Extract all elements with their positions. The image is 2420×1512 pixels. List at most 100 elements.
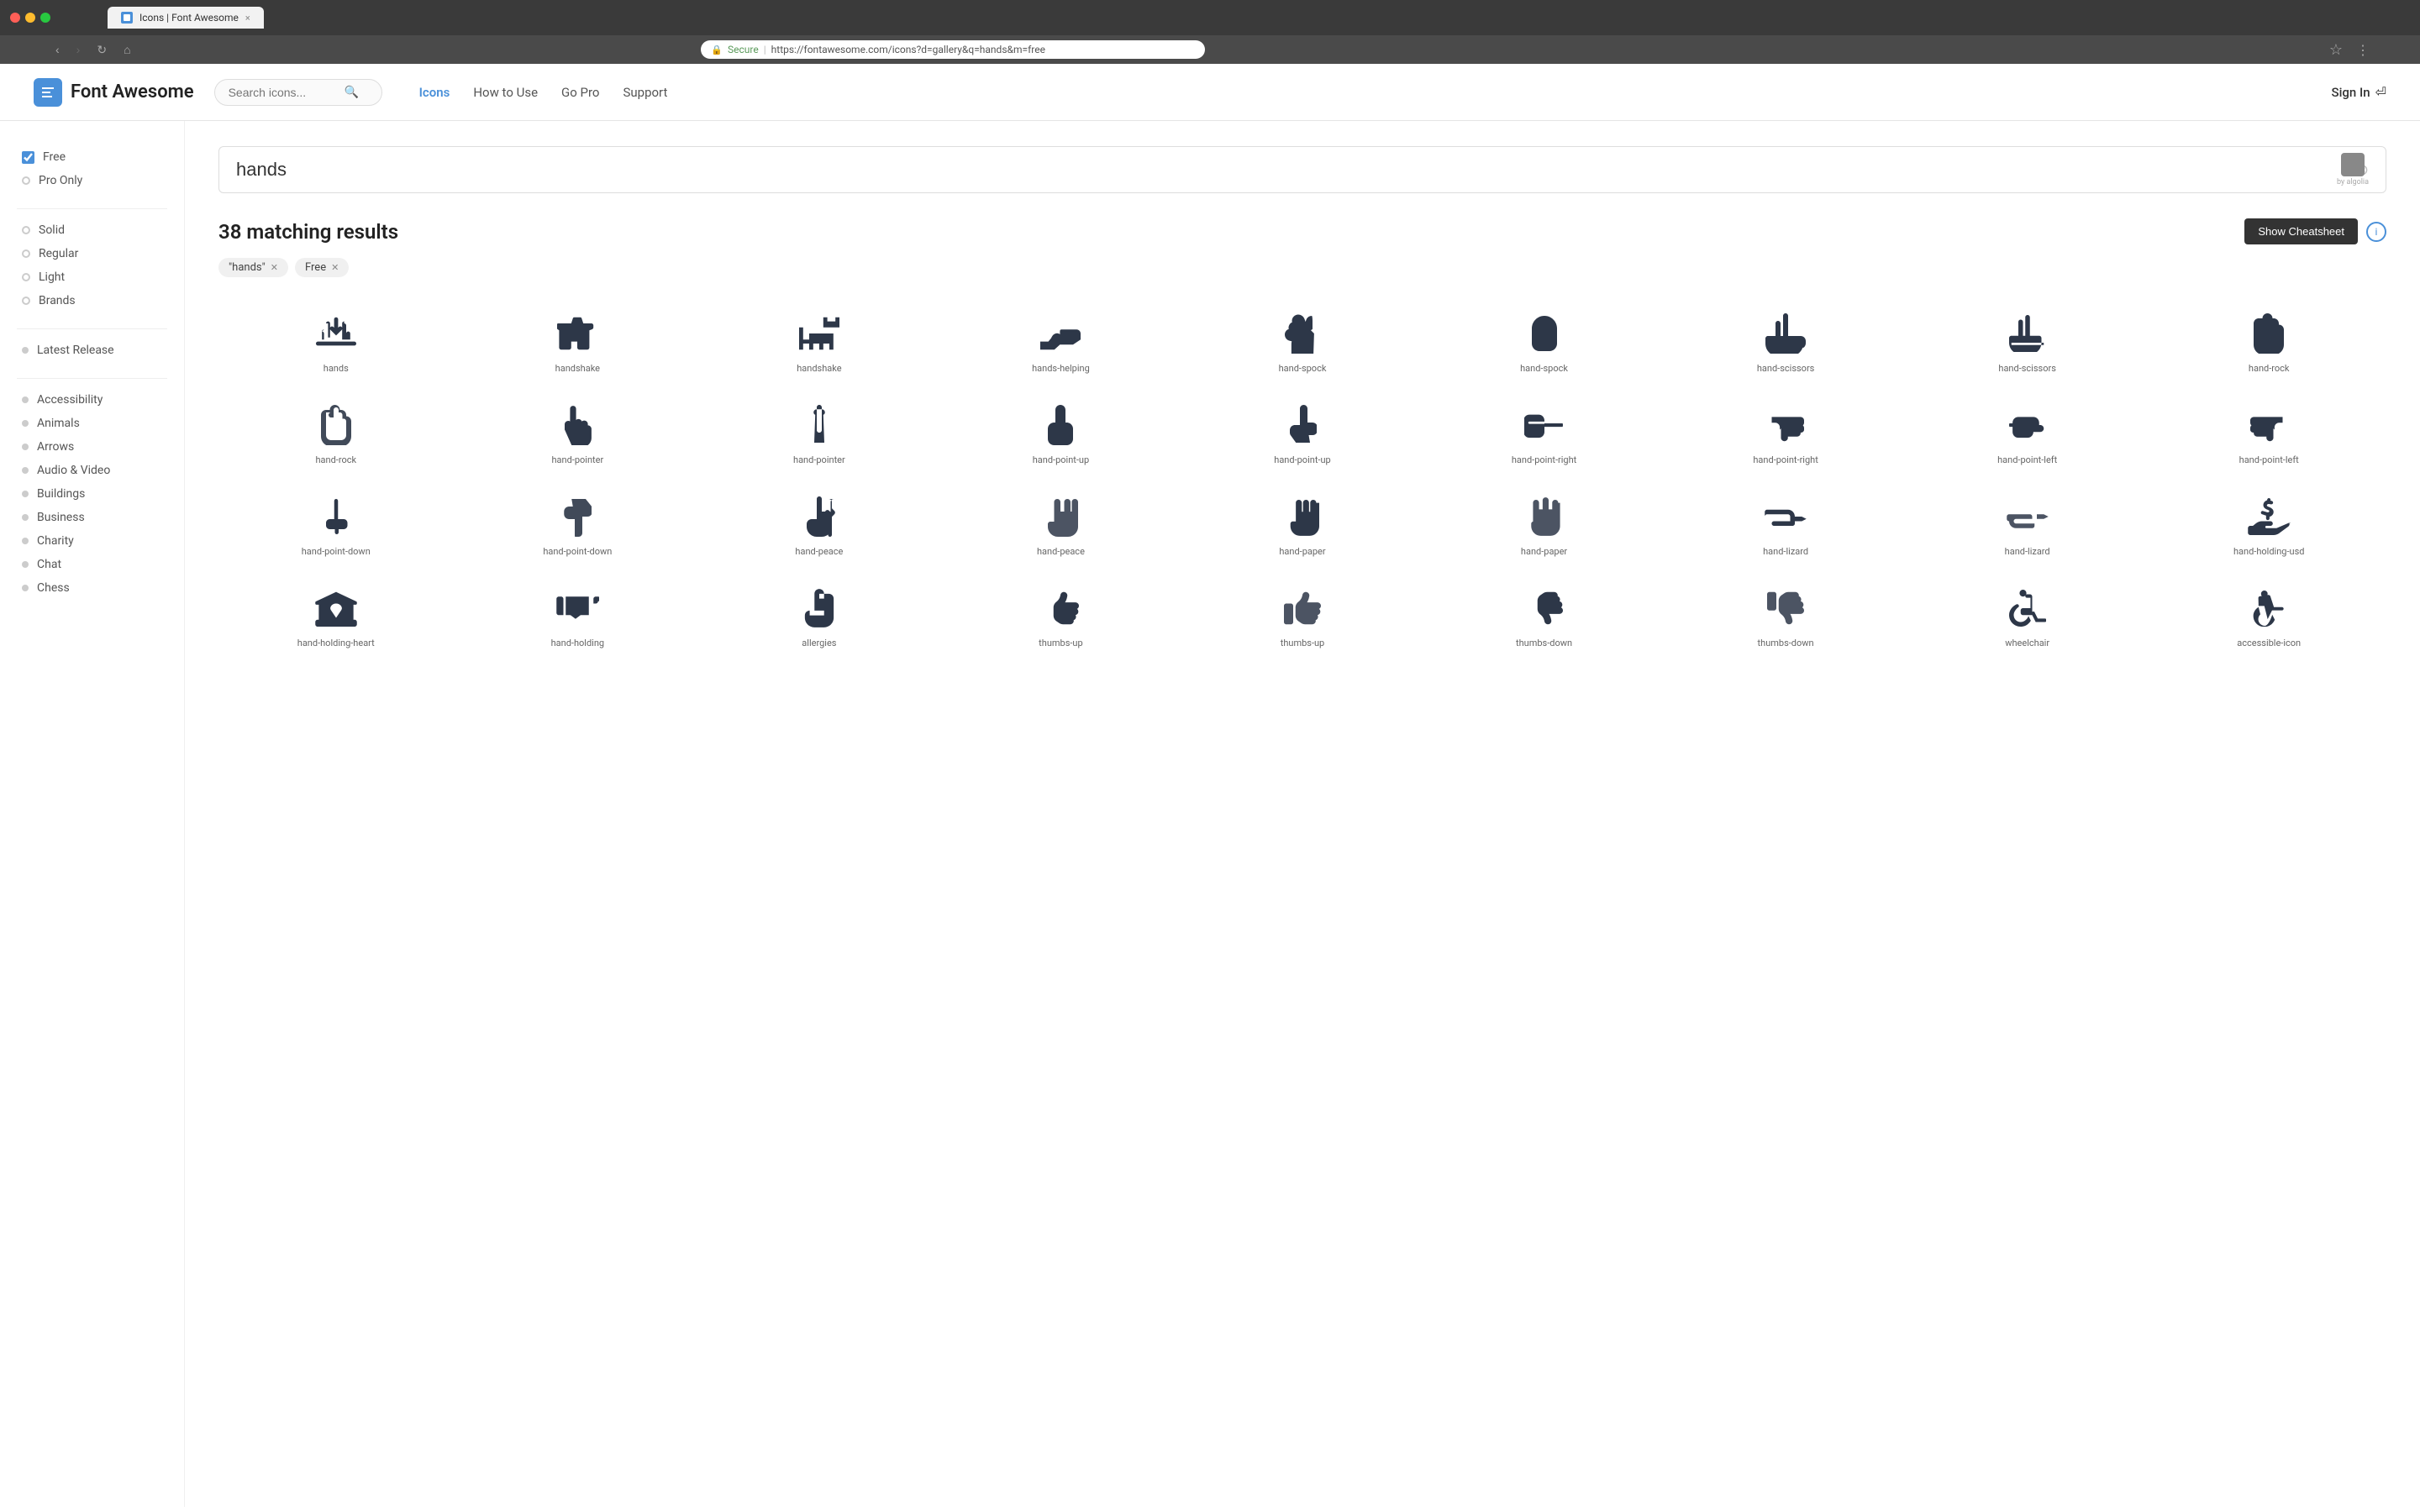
icon-cell-hand-spock-1[interactable]: hand-spock: [1185, 297, 1420, 382]
icon-cell-hand-pointer-1[interactable]: hand-pointer: [460, 389, 696, 474]
url-bar[interactable]: 🔒 Secure | https://fontawesome.com/icons…: [701, 40, 1205, 59]
icon-glyph-accessible-icon: [2251, 585, 2286, 631]
icon-cell-hand-point-right-2[interactable]: hand-point-right: [1668, 389, 1903, 474]
icon-cell-hands[interactable]: hands: [218, 297, 454, 382]
sidebar-item-chat[interactable]: Chat: [17, 554, 167, 575]
icon-cell-hand-spock-2[interactable]: hand-spock: [1427, 297, 1662, 382]
home-button[interactable]: ⌂: [118, 41, 135, 58]
regular-radio[interactable]: [22, 249, 30, 258]
icon-cell-hand-scissors-1[interactable]: hand-scissors: [1668, 297, 1903, 382]
solid-radio[interactable]: [22, 226, 30, 234]
icon-cell-hand-paper-1[interactable]: hand-paper: [1185, 480, 1420, 565]
menu-button[interactable]: ⋮: [2356, 42, 2370, 58]
bookmark-button[interactable]: ☆: [2329, 41, 2343, 59]
icon-cell-hand-point-down-2[interactable]: hand-point-down: [460, 480, 696, 565]
icon-glyph-hand-lizard-1: [1764, 494, 1807, 539]
sidebar-item-business[interactable]: Business: [17, 507, 167, 528]
icon-cell-wheelchair[interactable]: wheelchair: [1910, 572, 2145, 657]
sidebar-item-regular[interactable]: Regular: [17, 243, 167, 265]
icon-name-allergies: allergies: [802, 638, 836, 648]
icon-cell-hand-holding-heart[interactable]: hand-holding-heart: [218, 572, 454, 657]
sidebar-item-pro-only[interactable]: Pro Only: [17, 170, 167, 192]
nav-support[interactable]: Support: [623, 85, 667, 100]
logo-icon: [34, 78, 62, 107]
pro-only-radio[interactable]: [22, 176, 30, 185]
filter-tag-free[interactable]: Free ✕: [295, 258, 349, 277]
icon-cell-hand-rock-2[interactable]: hand-rock: [218, 389, 454, 474]
icon-cell-hand-scissors-2[interactable]: hand-scissors: [1910, 297, 2145, 382]
sidebar-label-solid: Solid: [39, 223, 65, 237]
sidebar-item-light[interactable]: Light: [17, 266, 167, 288]
main-search-box[interactable]: ⊗ by algolia: [218, 146, 2386, 193]
icon-cell-allergies[interactable]: allergies: [702, 572, 937, 657]
icon-cell-accessible-icon[interactable]: accessible-icon: [2151, 572, 2386, 657]
icon-glyph-hand-point-down-1: [322, 494, 350, 539]
signin-button[interactable]: Sign In ⏎: [2332, 84, 2387, 100]
sidebar-item-arrows[interactable]: Arrows: [17, 436, 167, 458]
icon-glyph-hand-point-up-1: [1046, 402, 1075, 448]
icon-name-hand-holding: hand-holding: [551, 638, 605, 648]
address-bar: ‹ › ↻ ⌂ 🔒 Secure | https://fontawesome.c…: [0, 35, 2420, 64]
icon-cell-thumbs-down-1[interactable]: thumbs-down: [1427, 572, 1662, 657]
sidebar-item-free[interactable]: Free: [17, 146, 167, 168]
filter-tag-hands-remove[interactable]: ✕: [271, 262, 278, 273]
sidebar-item-chess[interactable]: Chess: [17, 577, 167, 599]
icon-cell-hand-point-up-2[interactable]: hand-point-up: [1185, 389, 1420, 474]
icon-cell-hand-holding[interactable]: hand-holding: [460, 572, 696, 657]
show-cheatsheet-button[interactable]: Show Cheatsheet: [2244, 218, 2358, 244]
icon-cell-handshake-2[interactable]: handshake: [702, 297, 937, 382]
icon-cell-hand-paper-2[interactable]: hand-paper: [1427, 480, 1662, 565]
main-search-input[interactable]: [236, 159, 2356, 181]
brands-radio[interactable]: [22, 297, 30, 305]
logo[interactable]: Font Awesome: [34, 78, 194, 107]
sidebar-item-audio-video[interactable]: Audio & Video: [17, 459, 167, 481]
icon-cell-hand-peace-1[interactable]: hand-peace: [702, 480, 937, 565]
icon-glyph-handshake-2: [799, 311, 839, 356]
close-button[interactable]: [10, 13, 20, 23]
latest-release-dot: [22, 347, 29, 354]
icon-cell-hand-point-up-1[interactable]: hand-point-up: [944, 389, 1179, 474]
header-search-input[interactable]: [229, 86, 338, 99]
icon-cell-hand-lizard-2[interactable]: hand-lizard: [1910, 480, 2145, 565]
minimize-button[interactable]: [25, 13, 35, 23]
icon-cell-hand-point-down-1[interactable]: hand-point-down: [218, 480, 454, 565]
filter-tag-free-remove[interactable]: ✕: [331, 262, 339, 273]
icon-cell-thumbs-down-2[interactable]: thumbs-down: [1668, 572, 1903, 657]
back-button[interactable]: ‹: [50, 41, 65, 58]
sidebar-item-latest-release[interactable]: Latest Release: [17, 339, 167, 361]
filter-tag-hands[interactable]: "hands" ✕: [218, 258, 288, 277]
icon-cell-hands-helping[interactable]: hands-helping: [944, 297, 1179, 382]
icon-cell-thumbs-up-1[interactable]: thumbs-up: [944, 572, 1179, 657]
sidebar-item-solid[interactable]: Solid: [17, 219, 167, 241]
info-button[interactable]: i: [2366, 222, 2386, 242]
tab-close-button[interactable]: ×: [245, 13, 250, 24]
nav-icons[interactable]: Icons: [419, 85, 450, 100]
nav-how-to-use[interactable]: How to Use: [473, 85, 538, 100]
forward-button[interactable]: ›: [71, 41, 86, 58]
icon-cell-hand-point-left-1[interactable]: hand-point-left: [1910, 389, 2145, 474]
icon-name-hands-helping: hands-helping: [1032, 363, 1090, 374]
reload-button[interactable]: ↻: [92, 41, 112, 59]
sidebar-item-buildings[interactable]: Buildings: [17, 483, 167, 505]
maximize-button[interactable]: [40, 13, 50, 23]
nav-go-pro[interactable]: Go Pro: [561, 85, 599, 100]
icon-glyph-hand-point-right-2: [1765, 402, 1806, 448]
sidebar-item-accessibility[interactable]: Accessibility: [17, 389, 167, 411]
icon-cell-hand-pointer-2[interactable]: hand-pointer: [702, 389, 937, 474]
icon-cell-hand-rock-1[interactable]: hand-rock: [2151, 297, 2386, 382]
icon-cell-hand-point-right-1[interactable]: hand-point-right: [1427, 389, 1662, 474]
icon-cell-hand-holding-usd[interactable]: hand-holding-usd: [2151, 480, 2386, 565]
sidebar-item-animals[interactable]: Animals: [17, 412, 167, 434]
light-radio[interactable]: [22, 273, 30, 281]
browser-tab[interactable]: Icons | Font Awesome ×: [108, 7, 264, 29]
main-content: ⊗ by algolia 38 matching results Show Ch…: [185, 121, 2420, 1507]
icon-cell-hand-lizard-1[interactable]: hand-lizard: [1668, 480, 1903, 565]
icon-cell-hand-point-left-2[interactable]: hand-point-left: [2151, 389, 2386, 474]
sidebar-item-charity[interactable]: Charity: [17, 530, 167, 552]
free-checkbox[interactable]: [22, 151, 34, 164]
header-search[interactable]: 🔍: [214, 79, 382, 106]
sidebar-item-brands[interactable]: Brands: [17, 290, 167, 312]
icon-cell-handshake-1[interactable]: handshake: [460, 297, 696, 382]
icon-cell-hand-peace-2[interactable]: hand-peace: [944, 480, 1179, 565]
icon-cell-thumbs-up-2[interactable]: thumbs-up: [1185, 572, 1420, 657]
